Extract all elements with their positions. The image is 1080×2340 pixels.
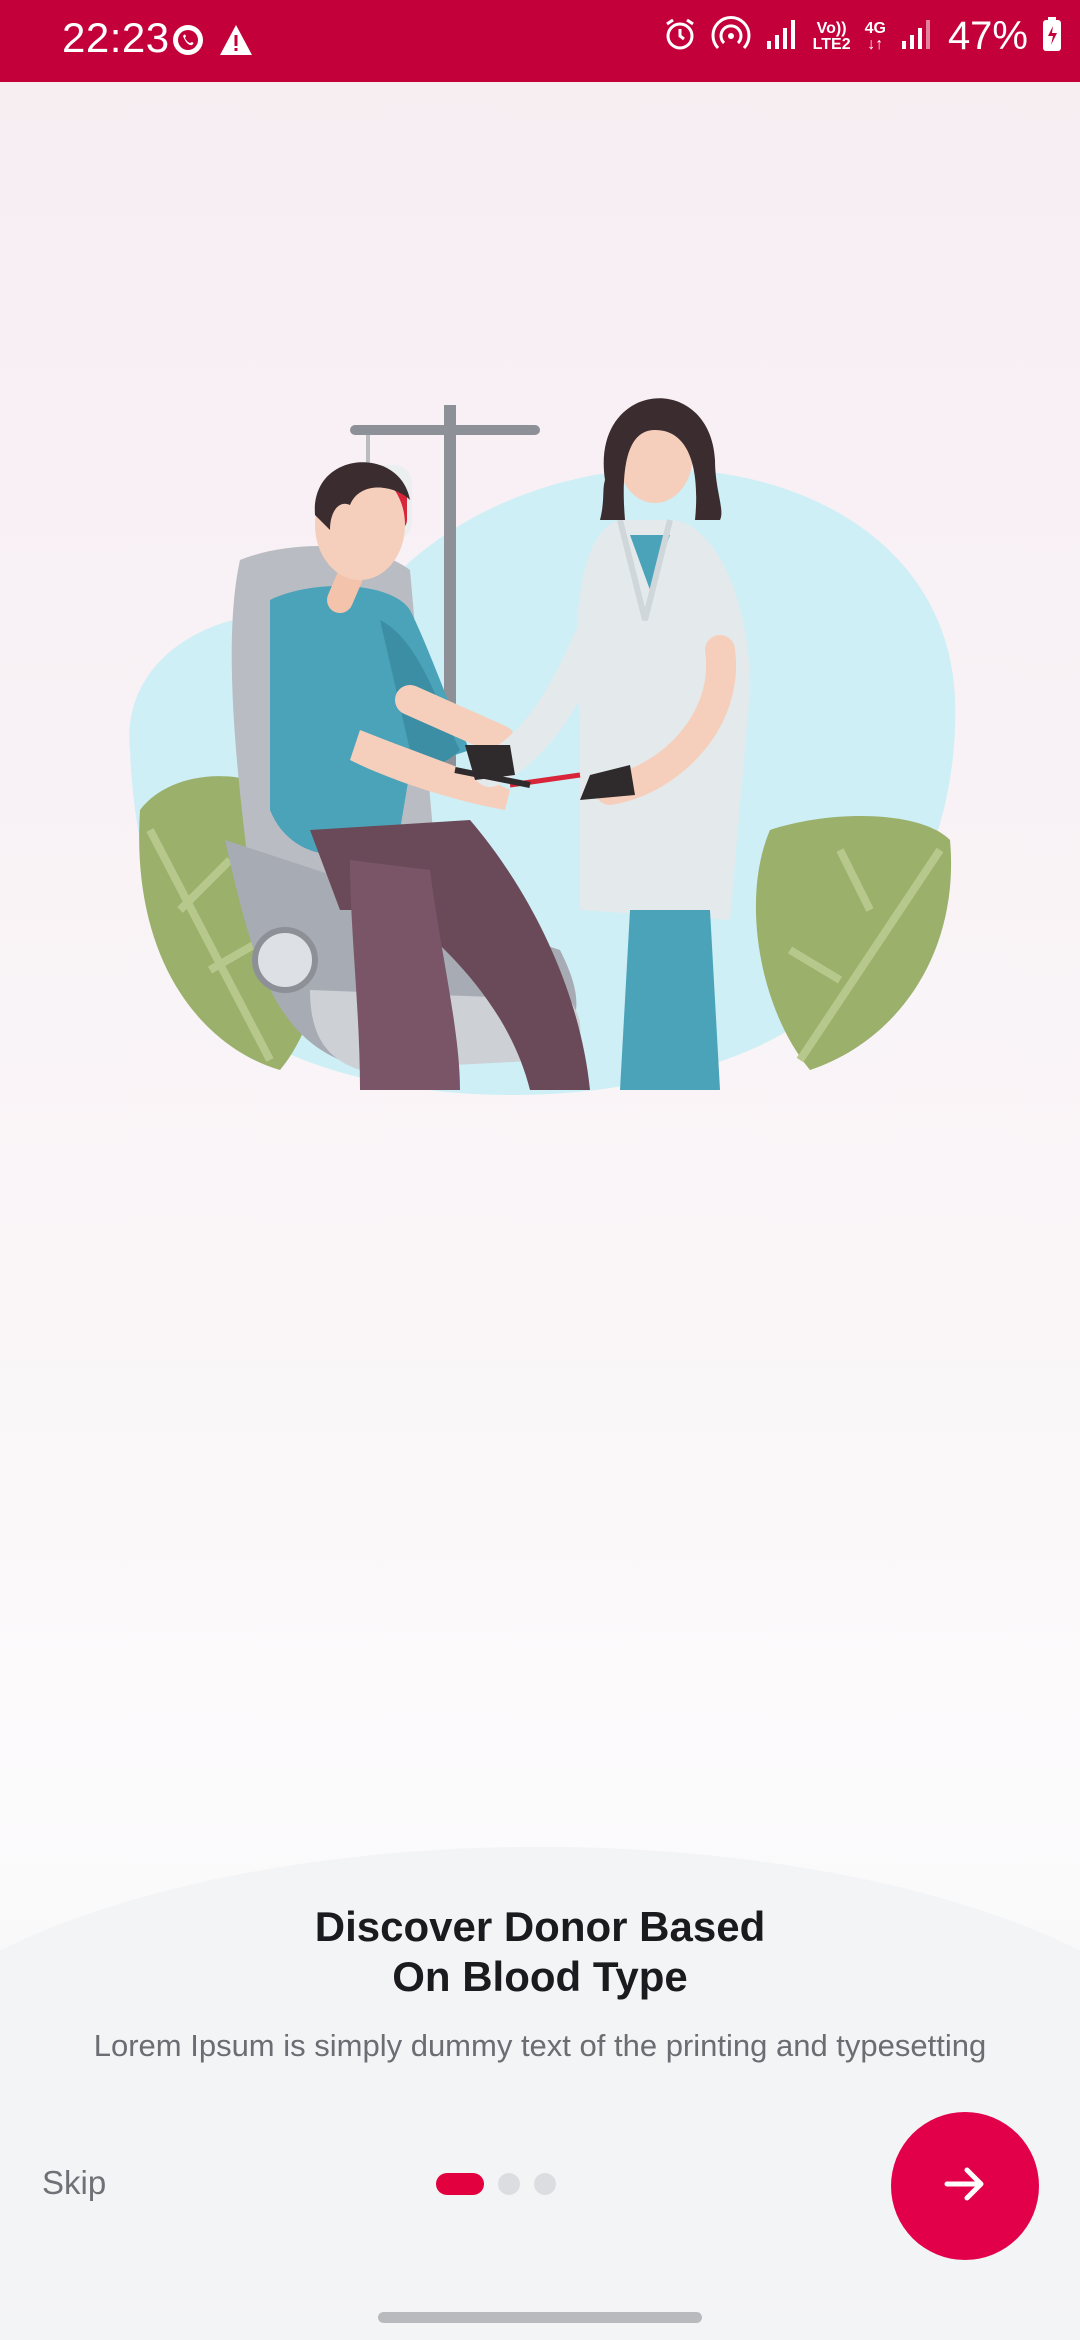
next-button[interactable] — [891, 2112, 1039, 2260]
page-dot[interactable] — [534, 2173, 556, 2195]
onboarding-title: Discover Donor Based On Blood Type — [0, 1902, 1080, 2002]
warning-icon — [218, 23, 254, 62]
onboarding-subtitle: Lorem Ipsum is simply dummy text of the … — [93, 2028, 987, 2063]
volte-bottom-text: LTE2 — [812, 35, 851, 53]
signal-icon — [765, 17, 799, 56]
data-type-text: 4G — [864, 19, 886, 37]
status-right-icons: Vo)) LTE2 4G ↓↑ 47% — [663, 14, 1062, 59]
skip-button[interactable]: Skip — [42, 2164, 106, 2202]
hotspot-icon — [711, 16, 751, 57]
title-line-2: On Blood Type — [392, 1953, 688, 2000]
page-indicator — [436, 2173, 556, 2195]
status-time: 22:23 — [62, 14, 170, 61]
data-arrows-icon: ↓↑ — [867, 35, 884, 53]
battery-percent: 47% — [947, 14, 1028, 58]
alarm-icon — [663, 17, 697, 56]
data-type-label: 4G ↓↑ — [864, 19, 886, 53]
volte-label: Vo)) LTE2 — [812, 19, 851, 53]
arrow-right-icon — [943, 2162, 987, 2211]
page-dot-active[interactable] — [436, 2173, 484, 2195]
title-line-1: Discover Donor Based — [314, 1903, 766, 1950]
battery-charging-icon — [1042, 16, 1062, 57]
blood-donation-illustration — [129, 398, 956, 1095]
page-dot[interactable] — [498, 2173, 520, 2195]
status-left-icons — [170, 22, 254, 63]
home-indicator[interactable] — [378, 2312, 702, 2323]
volte-top-text: Vo)) — [816, 19, 847, 37]
whatsapp-icon — [170, 22, 206, 63]
status-bar: 22:23 Vo)) LTE2 4G ↓↑ 47% — [0, 0, 1080, 82]
signal-icon — [900, 17, 934, 56]
